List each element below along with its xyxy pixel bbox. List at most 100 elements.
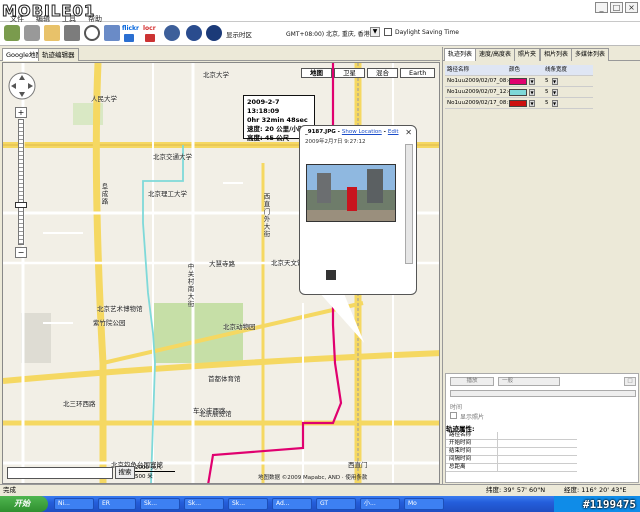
tab-photo-folder[interactable]: 照片夹 <box>514 48 541 61</box>
close-icon[interactable]: ✕ <box>405 128 412 137</box>
map-type-satellite[interactable]: 卫星 <box>334 68 365 78</box>
playback-speed-select[interactable]: 一般 <box>498 377 560 386</box>
map-label: 北三环西路 <box>63 400 96 408</box>
track-table-header: 路径名称 颜色 线条宽度 <box>445 65 593 76</box>
tab-media-list[interactable]: 多媒体列表 <box>571 48 610 61</box>
chevron-down-icon[interactable]: ▼ <box>529 88 535 96</box>
minimize-icon[interactable]: _ <box>595 2 608 13</box>
flickr-button[interactable]: flickr <box>122 25 139 32</box>
bubble-scrollbar[interactable] <box>405 144 413 264</box>
track-table: 路径名称 颜色 线条宽度 No1uu2009/02/07_08:45 ▼ 5 ▼ … <box>445 65 593 109</box>
taskbar-item[interactable]: GT <box>316 498 356 510</box>
chevron-down-icon[interactable]: ▼ <box>370 27 380 37</box>
photo-icon[interactable] <box>104 25 120 41</box>
playback-slider[interactable] <box>450 390 636 397</box>
photo-info-bubble: _9187.JPG - Show Location - Edit 2009年2月… <box>299 125 417 295</box>
table-row: 开始时间 <box>446 440 577 448</box>
map-type-hybrid[interactable]: 混合 <box>367 68 398 78</box>
track-point-time: 2009-2-7 13:18:09 <box>247 98 280 115</box>
map-label: 首都体育馆 <box>208 375 241 383</box>
table-row[interactable]: No1uu2009/02/07_08:45 ▼ 5 ▼ <box>445 76 593 87</box>
map-scale: 2000 英尺 500 米 <box>135 463 175 480</box>
track-color-swatch[interactable] <box>509 77 527 85</box>
map-search-input[interactable] <box>7 467 113 479</box>
menu-edit[interactable]: 编辑 <box>36 14 50 23</box>
menu-file[interactable]: 文件 <box>10 14 24 23</box>
maximize-icon[interactable]: □ <box>610 2 623 13</box>
expand-icon[interactable]: □ <box>624 377 636 386</box>
right-tab-strip: 轨迹列表 速度/高度表 照片夹 相片列表 多媒体列表 <box>443 47 640 61</box>
chevron-down-icon[interactable]: ▼ <box>551 88 558 96</box>
taskbar-item[interactable]: Sk... <box>228 498 268 510</box>
zoom-in-icon[interactable]: + <box>15 107 27 118</box>
status-text: 完成 <box>3 486 16 494</box>
locr-icon <box>145 34 155 42</box>
map-label: 车公庄西路 <box>193 407 226 415</box>
photo-filename: _9187.JPG <box>305 129 336 135</box>
taskbar-item[interactable]: 小... <box>360 498 400 510</box>
table-row[interactable]: No1uu2009/02/07_12:45 ▼ 5 ▼ <box>445 87 593 98</box>
sync-icon[interactable] <box>206 25 222 41</box>
show-location-link[interactable]: Show Location <box>342 129 382 135</box>
gps-device-icon[interactable] <box>24 25 40 41</box>
edit-link[interactable]: Edit <box>388 129 399 135</box>
daylight-saving-checkbox[interactable] <box>384 28 392 36</box>
map-label: 北京理工大学 <box>148 190 187 198</box>
table-row[interactable]: No1uu2009/02/17_08:17 ▼ 5 ▼ <box>445 98 593 109</box>
chevron-down-icon[interactable]: ▼ <box>551 99 558 107</box>
taskbar-item[interactable]: Sk... <box>184 498 224 510</box>
tab-photo-list[interactable]: 相片列表 <box>540 48 573 61</box>
map-label: 北京交通大学 <box>153 153 192 161</box>
earth-icon[interactable] <box>186 25 202 41</box>
chevron-down-icon[interactable]: ▼ <box>529 77 535 85</box>
map-type-earth[interactable]: Earth <box>400 68 436 78</box>
longitude-readout: 经度: 116° 20' 43"E <box>564 486 627 494</box>
map-label: 西直门外大街 <box>262 193 270 238</box>
play-button[interactable]: 播放 <box>450 377 494 386</box>
map-label: 西直门 <box>348 461 368 469</box>
zoom-slider-knob[interactable] <box>15 202 27 208</box>
taskbar-item[interactable]: Mo <box>404 498 444 510</box>
save-icon[interactable] <box>64 25 80 41</box>
flickr-icon <box>124 34 134 42</box>
track-point-duration: 0hr 32min 48sec <box>247 116 308 124</box>
track-color-swatch[interactable] <box>509 88 527 96</box>
right-panel: 轨迹列表 速度/高度表 照片夹 相片列表 多媒体列表 路径名称 颜色 线条宽度 … <box>442 47 640 484</box>
chevron-down-icon[interactable]: ▼ <box>529 99 535 107</box>
clock-icon[interactable] <box>84 25 100 41</box>
locr-button[interactable]: locr <box>143 25 156 32</box>
time-label: 时间 <box>450 404 463 411</box>
taskbar-item[interactable]: Sk... <box>140 498 180 510</box>
close-icon[interactable]: × <box>625 2 638 13</box>
zoom-out-icon[interactable]: − <box>15 247 27 258</box>
map-label: 大慧寺路 <box>209 260 235 268</box>
map-label: 北京大学 <box>203 71 229 79</box>
tab-track-list[interactable]: 轨迹列表 <box>444 48 477 61</box>
watermark-text: #1199475 <box>583 498 636 511</box>
tab-speed-altitude[interactable]: 速度/高度表 <box>475 48 516 61</box>
zoom-slider[interactable]: + − <box>15 107 27 258</box>
track-color-swatch[interactable] <box>509 99 527 107</box>
map-label: 人民大学 <box>91 95 117 103</box>
show-photos-checkbox[interactable] <box>450 412 457 419</box>
open-track-icon[interactable] <box>4 25 20 41</box>
timezone-select[interactable]: GMT+08:00) 北京, 重庆, 香港特 <box>286 29 376 38</box>
menu-tools[interactable]: 工具 <box>62 14 76 23</box>
taskbar-item[interactable]: Ni... <box>54 498 94 510</box>
start-button[interactable]: 开始 <box>0 496 48 512</box>
taskbar-item[interactable]: Ad... <box>272 498 312 510</box>
track-marker-icon[interactable] <box>325 269 337 281</box>
map-view[interactable]: 人民大学 北京大学 北京交通大学 北京理工大学 北京天文馆 北京艺术博物馆 紫竹… <box>2 62 440 484</box>
pan-control[interactable] <box>7 71 37 101</box>
globe-icon[interactable] <box>164 25 180 41</box>
map-type-map[interactable]: 地图 <box>301 68 332 78</box>
folder-icon[interactable] <box>44 25 60 41</box>
map-search-button[interactable]: 搜索 <box>115 466 135 479</box>
display-timezone-label: 显示时区 <box>226 31 252 39</box>
chevron-down-icon[interactable]: ▼ <box>551 77 558 85</box>
photo-thumbnail[interactable] <box>306 164 396 222</box>
taskbar-item[interactable]: ER <box>98 498 136 510</box>
menu-help[interactable]: 帮助 <box>88 14 102 23</box>
latitude-readout: 纬度: 39° 57' 60"N <box>486 486 546 494</box>
tab-track-editor[interactable]: 轨迹编辑器 <box>38 48 79 61</box>
